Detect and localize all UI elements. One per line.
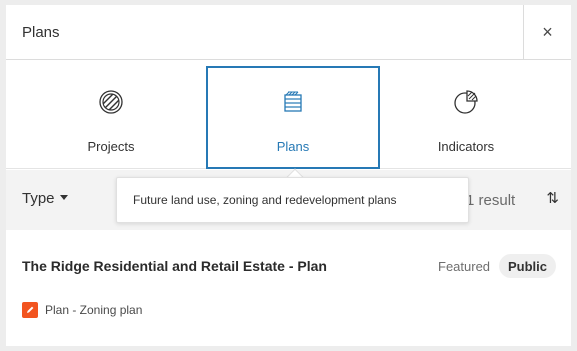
category-tabs: Projects Plans Indicators xyxy=(6,60,571,169)
tab-indicators[interactable]: Indicators xyxy=(379,66,553,169)
panel-header: Plans × xyxy=(6,5,571,60)
close-button[interactable]: × xyxy=(523,5,571,60)
plans-icon xyxy=(284,91,302,112)
tab-label: Plans xyxy=(276,139,310,154)
close-icon: × xyxy=(542,22,553,42)
featured-label: Featured xyxy=(438,259,491,274)
sort-button[interactable]: ⇅ xyxy=(546,189,559,207)
caret-down-icon xyxy=(59,194,68,200)
tab-tooltip: Future land use, zoning and redevelopmen… xyxy=(116,177,469,223)
plans-panel: Plans × Projects Plans Indicators Type 1… xyxy=(6,5,571,346)
panel-title: Plans xyxy=(22,24,60,41)
tab-projects[interactable]: Projects xyxy=(24,66,198,169)
projects-icon xyxy=(99,90,123,114)
indicators-icon xyxy=(454,90,478,114)
tab-label: Indicators xyxy=(437,139,495,154)
tooltip-text: Future land use, zoning and redevelopmen… xyxy=(133,193,397,207)
result-count: 1 result xyxy=(466,192,516,209)
item-title[interactable]: The Ridge Residential and Retail Estate … xyxy=(22,258,327,274)
pencil-icon xyxy=(27,306,34,313)
list-item[interactable]: The Ridge Residential and Retail Estate … xyxy=(6,230,571,342)
plan-type-icon xyxy=(22,302,38,318)
type-filter-label: Type xyxy=(22,190,55,207)
tab-label: Projects xyxy=(87,139,135,154)
tab-plans[interactable]: Plans xyxy=(206,66,380,169)
visibility-badge: Public xyxy=(499,254,557,278)
type-filter-dropdown[interactable]: Type xyxy=(22,190,68,207)
item-type: Plan - Zoning plan xyxy=(45,303,143,317)
